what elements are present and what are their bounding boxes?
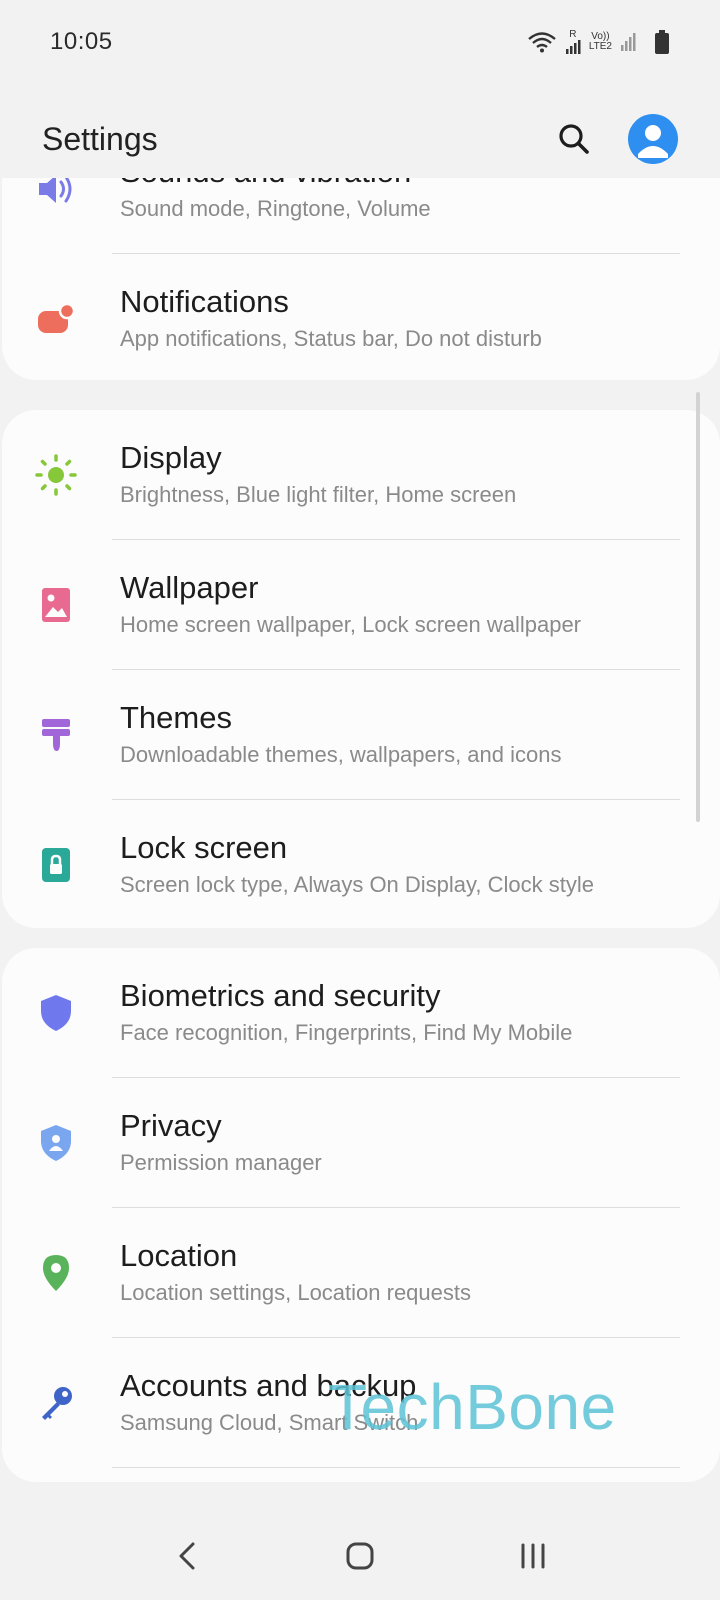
- settings-item-subtitle: Downloadable themes, wallpapers, and ico…: [120, 742, 562, 767]
- lock-icon: [34, 843, 78, 887]
- settings-item-display[interactable]: Display Brightness, Blue light filter, H…: [2, 410, 720, 540]
- location-pin-icon: [34, 1251, 78, 1295]
- wifi-icon: [528, 32, 556, 53]
- settings-card-display: Display Brightness, Blue light filter, H…: [2, 410, 720, 928]
- settings-item-subtitle: Samsung Cloud, Smart Switch: [120, 1410, 419, 1435]
- settings-item-title: Notifications: [120, 284, 289, 319]
- signal-bars-icon: [565, 40, 581, 54]
- status-icons: R Vo)) LTE2: [527, 30, 670, 54]
- settings-item-title: Sounds and vibration: [120, 178, 680, 191]
- settings-item-subtitle: Sound mode, Ringtone, Volume: [120, 196, 431, 221]
- settings-item-title: Display: [120, 440, 222, 475]
- settings-item-subtitle: Home screen wallpaper, Lock screen wallp…: [120, 612, 582, 637]
- settings-card-sound-notifications: Sounds and vibration Sound mode, Rington…: [2, 178, 720, 380]
- battery-icon: [655, 30, 669, 54]
- settings-item-title: Accounts and backup: [120, 1368, 417, 1403]
- settings-item-subtitle: Brightness, Blue light filter, Home scre…: [120, 482, 517, 507]
- recents-icon: [521, 1543, 545, 1569]
- settings-item-title: Privacy: [120, 1108, 222, 1143]
- settings-item-notifications[interactable]: Notifications App notifications, Status …: [2, 254, 720, 380]
- sim1-label: R: [569, 29, 577, 40]
- privacy-shield-icon: [34, 1121, 78, 1165]
- wallpaper-icon: [34, 583, 78, 627]
- navigation-bar: [0, 1512, 720, 1600]
- settings-item-biometrics[interactable]: Biometrics and security Face recognition…: [2, 948, 720, 1078]
- theme-brush-icon: [34, 713, 78, 757]
- divider: [112, 1467, 680, 1468]
- settings-item-title: Themes: [120, 700, 232, 735]
- back-button[interactable]: [147, 1526, 227, 1586]
- settings-item-location[interactable]: Location Location settings, Location req…: [2, 1208, 720, 1338]
- home-button[interactable]: [320, 1526, 400, 1586]
- settings-card-security: Biometrics and security Face recognition…: [2, 948, 720, 1482]
- sim1-signal: R: [565, 30, 581, 54]
- profile-avatar-button[interactable]: [628, 114, 678, 164]
- scrollbar-thumb[interactable]: [696, 392, 700, 822]
- settings-item-subtitle: App notifications, Status bar, Do not di…: [120, 326, 542, 351]
- key-icon: [34, 1381, 78, 1425]
- volte-indicator: Vo)) LTE2: [589, 32, 612, 52]
- settings-item-subtitle: Permission manager: [120, 1150, 322, 1175]
- settings-item-text: Display Brightness, Blue light filter, H…: [120, 439, 680, 511]
- settings-item-title: Biometrics and security: [120, 978, 441, 1013]
- settings-list[interactable]: Sounds and vibration Sound mode, Rington…: [0, 178, 720, 1512]
- app-bar-actions: [548, 113, 678, 165]
- settings-item-text: Notifications App notifications, Status …: [120, 283, 680, 355]
- settings-item-subtitle: Location settings, Location requests: [120, 1280, 472, 1305]
- signal-bars-icon-2: [621, 33, 636, 51]
- settings-item-text: Accounts and backup Samsung Cloud, Smart…: [120, 1367, 680, 1439]
- status-bar: 10:05 R Vo)) LTE2: [0, 0, 720, 84]
- page-title: Settings: [42, 120, 158, 157]
- settings-item-wallpaper[interactable]: Wallpaper Home screen wallpaper, Lock sc…: [2, 540, 720, 670]
- settings-item-themes[interactable]: Themes Downloadable themes, wallpapers, …: [2, 670, 720, 800]
- home-icon: [346, 1542, 374, 1570]
- back-chevron-icon: [179, 1542, 195, 1570]
- settings-item-privacy[interactable]: Privacy Permission manager: [2, 1078, 720, 1208]
- settings-item-text: Biometrics and security Face recognition…: [120, 977, 680, 1049]
- settings-item-text: Privacy Permission manager: [120, 1107, 680, 1179]
- status-time: 10:05: [50, 28, 113, 55]
- settings-item-sounds[interactable]: Sounds and vibration Sound mode, Rington…: [2, 178, 720, 254]
- notification-icon: [34, 297, 78, 341]
- recents-button[interactable]: [493, 1526, 573, 1586]
- settings-item-text: Location Location settings, Location req…: [120, 1237, 680, 1309]
- volume-icon: [34, 178, 78, 211]
- settings-item-accounts-backup[interactable]: Accounts and backup Samsung Cloud, Smart…: [2, 1338, 720, 1468]
- settings-item-text: Lock screen Screen lock type, Always On …: [120, 829, 680, 901]
- settings-item-text: Wallpaper Home screen wallpaper, Lock sc…: [120, 569, 680, 641]
- settings-item-title: Location: [120, 1238, 238, 1273]
- settings-item-title: Lock screen: [120, 830, 288, 865]
- settings-item-subtitle: Screen lock type, Always On Display, Clo…: [120, 872, 594, 897]
- search-icon: [559, 124, 589, 154]
- volte-bottom-label: LTE2: [588, 41, 612, 52]
- shield-icon: [34, 991, 78, 1035]
- settings-item-subtitle: Face recognition, Fingerprints, Find My …: [120, 1020, 573, 1045]
- settings-item-text: Sounds and vibration Sound mode, Rington…: [120, 178, 680, 225]
- settings-item-lock-screen[interactable]: Lock screen Screen lock type, Always On …: [2, 800, 720, 928]
- settings-item-title: Wallpaper: [120, 570, 259, 605]
- brightness-icon: [34, 453, 78, 497]
- search-button[interactable]: [548, 113, 600, 165]
- settings-item-text: Themes Downloadable themes, wallpapers, …: [120, 699, 680, 771]
- profile-icon: [638, 125, 668, 158]
